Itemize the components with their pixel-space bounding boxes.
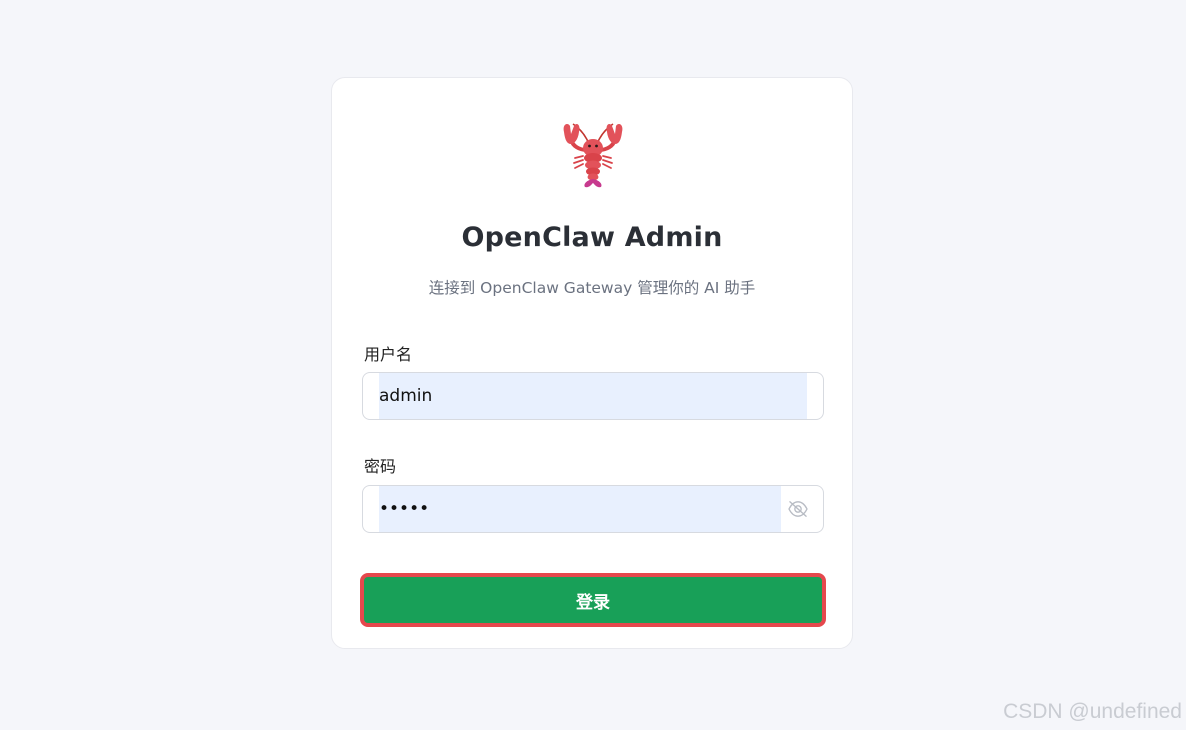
- login-button[interactable]: 登录: [360, 573, 826, 627]
- login-card: OpenClaw Admin 连接到 OpenClaw Gateway 管理你的…: [331, 77, 853, 649]
- password-label: 密码: [364, 457, 397, 476]
- eye-off-icon[interactable]: [787, 500, 809, 518]
- password-field-wrapper: [362, 485, 824, 533]
- username-label: 用户名: [364, 345, 413, 364]
- username-field-wrapper: [362, 372, 824, 420]
- page-subtitle: 连接到 OpenClaw Gateway 管理你的 AI 助手: [428, 279, 756, 297]
- username-input[interactable]: [379, 373, 807, 419]
- password-input[interactable]: [379, 486, 781, 532]
- lobster-icon: [563, 123, 623, 188]
- watermark: CSDN @undefined: [1003, 700, 1182, 723]
- page-title: OpenClaw Admin: [461, 222, 723, 253]
